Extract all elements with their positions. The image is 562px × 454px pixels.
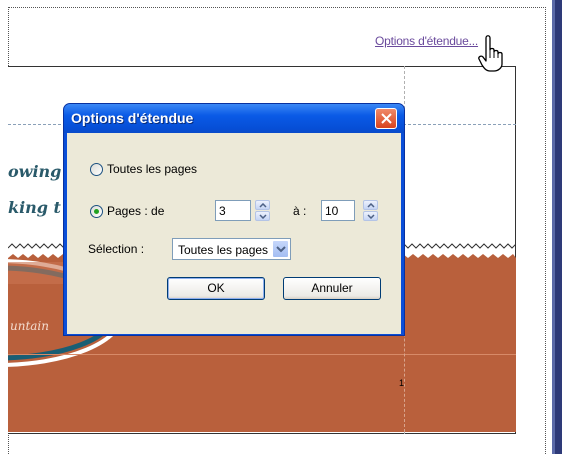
preview-text-line: owing [8,162,62,181]
all-pages-radio[interactable] [90,163,103,176]
emblem-text: untain [10,319,49,333]
selection-value: Toutes les pages [178,243,269,257]
page-margin-top [8,7,546,8]
all-pages-label[interactable]: Toutes les pages [107,162,197,176]
chevron-down-icon [367,214,375,219]
page-number: 1 [399,378,405,388]
page-margin-right [545,7,546,454]
hand-pointer-icon [478,35,503,72]
range-options-dialog: Options d'étendue Toutes les pages Pages… [63,103,405,336]
from-page-field[interactable]: 3 [215,200,251,221]
preview-text-line: king t [8,198,61,217]
selection-label: Sélection : [88,242,145,256]
dropdown-button[interactable] [272,240,289,258]
to-page-increment[interactable] [363,200,378,210]
to-page-field[interactable]: 10 [321,200,355,221]
chevron-down-icon [259,214,267,219]
range-options-link[interactable]: Options d'étendue... [375,34,478,48]
dialog-titlebar[interactable]: Options d'étendue [64,104,404,133]
side-panel-edge [552,0,562,454]
chevron-up-icon [259,203,267,208]
to-page-stepper[interactable] [363,200,378,221]
close-button[interactable] [375,108,397,129]
from-page-value: 3 [219,204,226,218]
ok-button[interactable]: OK [167,277,265,300]
page-range-label[interactable]: Pages : de [107,204,164,218]
close-icon [381,113,392,124]
from-page-stepper[interactable] [255,200,270,221]
selection-dropdown[interactable]: Toutes les pages [172,238,291,260]
dialog-title: Options d'étendue [71,110,194,126]
chevron-down-icon [276,246,286,253]
from-page-increment[interactable] [255,200,270,210]
chevron-up-icon [367,203,375,208]
guide-line-horizontal [8,354,516,355]
to-page-label: à : [293,204,307,218]
from-page-decrement[interactable] [255,211,270,221]
to-page-decrement[interactable] [363,211,378,221]
page-range-radio[interactable] [90,205,103,218]
cancel-button[interactable]: Annuler [283,277,381,300]
dialog-body: Toutes les pages Pages : de 3 à : 10 Sél… [67,133,401,334]
to-page-value: 10 [325,204,339,218]
